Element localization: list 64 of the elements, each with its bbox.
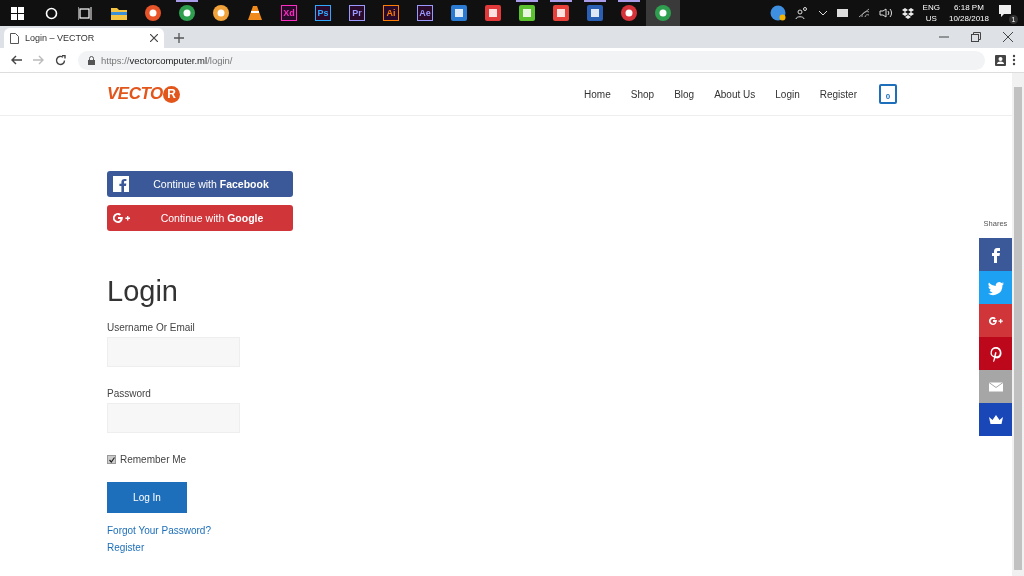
nav-link[interactable]: Home: [584, 88, 611, 100]
field-label: Password: [107, 388, 152, 399]
site-logo[interactable]: VECTO R: [107, 84, 180, 104]
text-link[interactable]: Forgot Your Password?: [107, 525, 211, 536]
bird-icon: [987, 279, 1004, 296]
scrollbar[interactable]: [1012, 73, 1024, 576]
dropbox-icon[interactable]: [901, 7, 914, 19]
page-icon: [10, 32, 19, 44]
profile-icon[interactable]: [995, 54, 1006, 66]
social-login-button[interactable]: Continue with Facebook: [107, 171, 293, 197]
new-tab-icon[interactable]: [174, 33, 184, 43]
nav-link[interactable]: Shop: [630, 88, 655, 100]
login-heading: Login: [107, 275, 178, 308]
field-label: Username Or Email: [107, 322, 196, 333]
nav-link[interactable]: Blog: [674, 88, 695, 100]
wifi-icon[interactable]: [857, 8, 870, 18]
region-code[interactable]: US: [925, 13, 937, 24]
browser-tab[interactable]: Login – VECTOR: [4, 28, 164, 48]
menu-icon[interactable]: [1012, 54, 1016, 66]
share-button[interactable]: [979, 337, 1012, 370]
login-button[interactable]: Log In: [107, 482, 187, 513]
cart-button[interactable]: 0: [879, 84, 897, 104]
volume-icon[interactable]: [878, 8, 893, 18]
restore-icon[interactable]: [971, 32, 981, 42]
clock-time[interactable]: 6:18 PM: [954, 2, 984, 13]
task-view-icon[interactable]: [78, 6, 92, 20]
address-bar[interactable]: https://vectorcomputer.ml/login/: [78, 50, 985, 70]
close-icon[interactable]: [150, 34, 158, 42]
share-button[interactable]: [979, 238, 1012, 271]
taskbar-app[interactable]: Ps: [306, 0, 340, 26]
facebook-icon: [113, 176, 129, 192]
app-tile-icon: Ps: [315, 5, 331, 21]
nav-link[interactable]: Login: [775, 88, 800, 100]
social-login-button[interactable]: Continue with Google: [107, 205, 293, 231]
url-text: https://vectorcomputer.ml/login/: [101, 54, 233, 66]
app-tile-icon: Ae: [417, 5, 433, 21]
windows-start-icon[interactable]: [10, 6, 24, 20]
language-code[interactable]: ENG: [922, 2, 940, 13]
app-tile-icon: Pr: [349, 5, 365, 21]
taskbar-app[interactable]: Ae: [408, 0, 442, 26]
clock-date[interactable]: 10/28/2018: [948, 13, 989, 24]
remember-checkbox[interactable]: [107, 455, 116, 464]
taskbar-app[interactable]: Pr: [340, 0, 374, 26]
share-button[interactable]: [979, 304, 1012, 337]
search-icon[interactable]: [44, 6, 58, 20]
nav-link[interactable]: About Us: [714, 88, 756, 100]
google-plus-icon: [113, 212, 131, 224]
share-button[interactable]: [979, 403, 1012, 436]
tab-title: Login – VECTOR: [25, 33, 96, 43]
help-icon[interactable]: [769, 5, 786, 21]
battery-icon[interactable]: [836, 9, 849, 17]
people-icon[interactable]: [794, 6, 809, 20]
checkbox-label[interactable]: Remember Me: [120, 454, 187, 465]
chevron-up-icon[interactable]: [817, 8, 828, 18]
app-tile-icon: Xd: [281, 5, 297, 21]
close-icon[interactable]: [1003, 32, 1013, 42]
taskbar-app[interactable]: Ai: [374, 0, 408, 26]
taskbar-app[interactable]: Xd: [272, 0, 306, 26]
app-tile-icon: Ai: [383, 5, 399, 21]
text-link[interactable]: Register: [107, 542, 145, 553]
taskbar-app[interactable]: [646, 0, 680, 26]
lock-icon: [88, 55, 95, 65]
scrollbar-thumb[interactable]: [1014, 87, 1022, 570]
nav-link[interactable]: Register: [819, 88, 857, 100]
